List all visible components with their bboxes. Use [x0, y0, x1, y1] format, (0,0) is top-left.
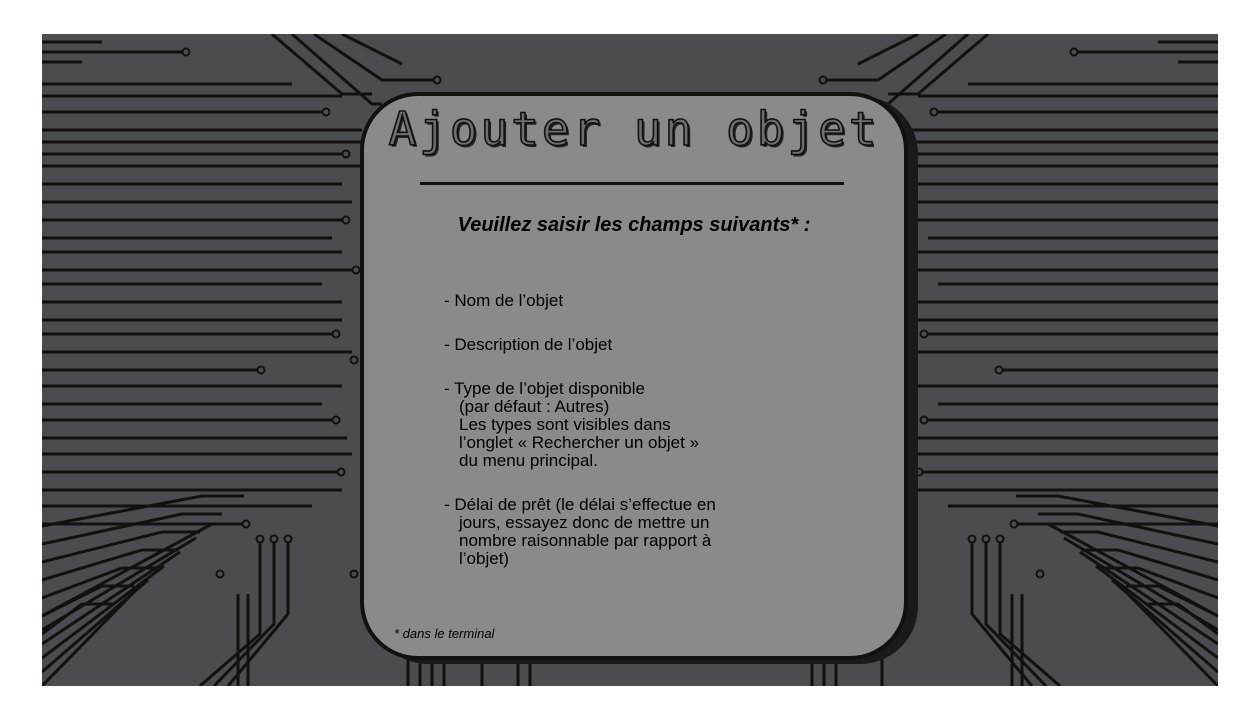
- circuit-pad: [1069, 47, 1079, 57]
- background-stage: Ajouter un objet Veuillez saisir les cha…: [42, 34, 1218, 686]
- circuit-pad: [351, 265, 361, 275]
- circuit-pad: [994, 365, 1004, 375]
- circuit-pad: [929, 107, 939, 117]
- circuit-trace: [199, 539, 262, 686]
- field-item-note: nombre raisonnable par rapport à: [459, 531, 712, 550]
- footnote: * dans le terminal: [394, 626, 495, 641]
- circuit-pad: [321, 107, 331, 117]
- circuit-trace: [984, 539, 1048, 686]
- circuit-pad: [283, 534, 293, 544]
- circuit-pad: [241, 519, 251, 529]
- instructions-heading: Veuillez saisir les champs suivants* :: [457, 214, 811, 236]
- circuit-trace: [313, 34, 437, 82]
- circuit-pad: [331, 329, 341, 339]
- circuit-trace: [42, 536, 197, 632]
- circuit-pad: [919, 415, 929, 425]
- circuit-pad: [1009, 519, 1019, 529]
- field-item-description: - Description de l’objet: [444, 336, 864, 354]
- field-item-loan-period: - Délai de prêt (le délai s’effectue en …: [444, 496, 864, 568]
- page-title: Ajouter un objet: [388, 101, 880, 157]
- field-item-label: - Description de l’objet: [444, 335, 613, 354]
- circuit-trace: [42, 550, 181, 646]
- circuit-trace: [42, 564, 165, 660]
- info-panel: Ajouter un objet Veuillez saisir les cha…: [360, 92, 908, 660]
- circuit-pad: [336, 467, 346, 477]
- circuit-pad: [341, 215, 351, 225]
- field-item-label: - Délai de prêt (le délai s’effectue en: [444, 495, 716, 514]
- field-list: - Nom de l’objet - Description de l’obje…: [444, 292, 864, 594]
- field-item-note: l’onglet « Rechercher un objet »: [459, 433, 700, 452]
- circuit-pad: [269, 534, 279, 544]
- circuit-pad: [255, 534, 265, 544]
- title-divider: [420, 182, 844, 185]
- circuit-trace: [1063, 536, 1218, 632]
- circuit-pad: [995, 534, 1005, 544]
- circuit-pad: [256, 365, 266, 375]
- circuit-pad: [967, 534, 977, 544]
- field-item-label: - Nom de l’objet: [444, 291, 564, 310]
- circuit-pad: [818, 75, 828, 85]
- field-item-note: (par défaut : Autres): [459, 397, 610, 416]
- circuit-pad: [981, 534, 991, 544]
- field-item-note: l’objet): [459, 549, 510, 568]
- circuit-pad: [432, 75, 442, 85]
- circuit-trace: [42, 578, 149, 674]
- circuit-pad: [331, 415, 341, 425]
- field-item-name: - Nom de l’objet: [444, 292, 864, 310]
- circuit-pad: [909, 149, 919, 159]
- circuit-pad: [919, 329, 929, 339]
- field-item-note: Les types sont visibles dans: [459, 415, 671, 434]
- field-item-note: du menu principal.: [459, 451, 598, 470]
- circuit-pad: [914, 467, 924, 477]
- circuit-pad: [215, 569, 225, 579]
- circuit-pad: [1035, 569, 1045, 579]
- circuit-trace: [212, 539, 276, 686]
- field-item-label: - Type de l’objet disponible: [444, 379, 645, 398]
- circuit-pad: [349, 569, 359, 579]
- circuit-pad: [349, 355, 359, 365]
- circuit-trace: [1111, 578, 1218, 674]
- field-item-note: jours, essayez donc de mettre un: [459, 513, 710, 532]
- circuit-pad: [341, 149, 351, 159]
- circuit-pad: [909, 215, 919, 225]
- circuit-trace: [998, 539, 1061, 686]
- circuit-trace: [1079, 550, 1218, 646]
- circuit-trace: [1095, 564, 1218, 660]
- circuit-trace: [823, 34, 947, 82]
- circuit-pad: [181, 47, 191, 57]
- field-item-type: - Type de l’objet disponible (par défaut…: [444, 380, 864, 470]
